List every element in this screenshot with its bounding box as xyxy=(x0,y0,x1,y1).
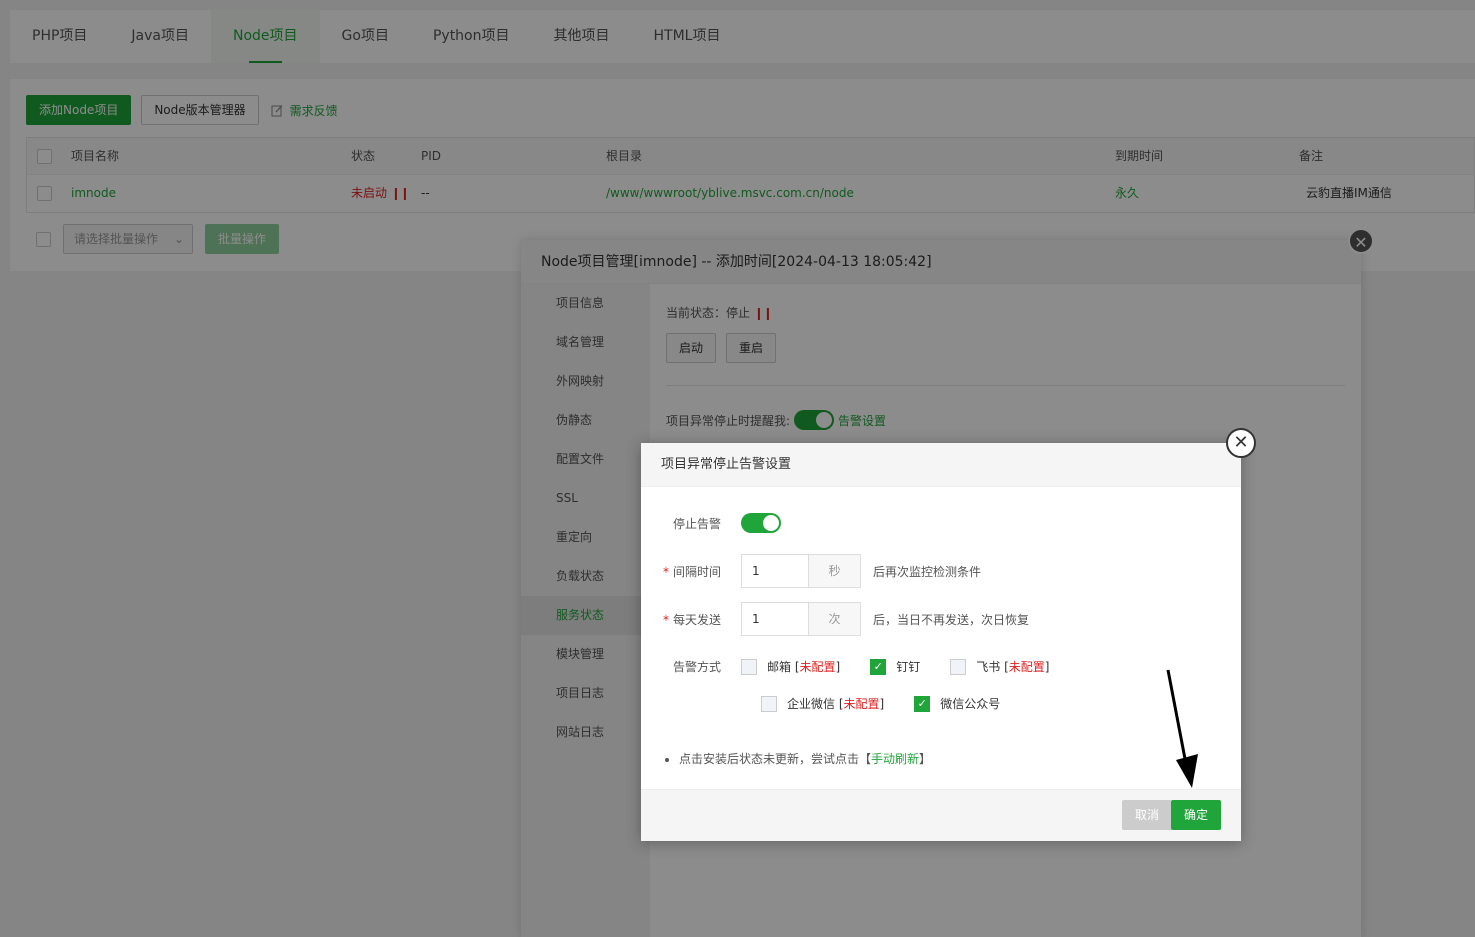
interval-label-wrap: * 间隔时间 xyxy=(641,563,741,580)
bullet-dot xyxy=(665,757,669,762)
tip-prefix: 点击安装后状态未更新，尝试点击【 xyxy=(679,752,872,766)
tip-suffix: 】 xyxy=(919,752,932,766)
daily-label-wrap: * 每天发送 xyxy=(641,611,741,628)
method-dingtalk[interactable]: ✓ 钉钉 xyxy=(870,658,920,675)
email-label: 邮箱 xyxy=(767,660,792,674)
daily-row: * 每天发送 1 次 后，当日不再发送，次日恢复 xyxy=(641,602,1029,636)
dingtalk-checkbox[interactable]: ✓ xyxy=(870,658,887,675)
interval-input[interactable]: 1 xyxy=(742,555,808,587)
confirm-button[interactable]: 确定 xyxy=(1171,800,1221,830)
alarm-settings-modal: 项目异常停止告警设置 停止告警 * 间隔时间 1 秒 后再次监控检测条件 * 每天发… xyxy=(641,443,1241,841)
daily-unit: 次 xyxy=(808,603,860,635)
modal-footer: 取消 确定 xyxy=(641,789,1241,841)
method-wechat-mp[interactable]: ✓ 微信公众号 xyxy=(914,695,1000,712)
daily-input-group: 1 次 xyxy=(741,602,861,636)
daily-label: 每天发送 xyxy=(672,612,721,627)
refresh-tip: 点击安装后状态未更新，尝试点击【手动刷新】 xyxy=(665,750,931,767)
email-unconfigured: 未配置 xyxy=(799,660,836,674)
interval-after-text: 后再次监控检测条件 xyxy=(873,564,982,579)
wecom-checkbox[interactable] xyxy=(761,695,777,712)
method-row: 告警方式 邮箱 [未配置] ✓ 钉钉 飞书 [未配置] xyxy=(641,658,1079,675)
manual-refresh-link[interactable]: 手动刷新 xyxy=(871,752,919,766)
email-checkbox[interactable] xyxy=(741,658,757,675)
feishu-checkbox[interactable] xyxy=(950,658,967,675)
modal-close-icon[interactable]: ✕ xyxy=(1226,428,1256,458)
wecom-label: 企业微信 xyxy=(787,697,836,711)
wecom-unconfigured: 未配置 xyxy=(843,697,880,711)
feishu-unconfigured: 未配置 xyxy=(1008,660,1045,674)
method-feishu[interactable]: 飞书 [未配置] xyxy=(950,658,1049,675)
daily-after-text: 后，当日不再发送，次日恢复 xyxy=(873,612,1030,627)
interval-unit: 秒 xyxy=(808,555,860,587)
stop-alarm-label: 停止告警 xyxy=(672,516,721,531)
stop-alarm-toggle[interactable] xyxy=(741,513,781,533)
method-row-2: 企业微信 [未配置] ✓ 微信公众号 xyxy=(761,695,1030,712)
required-mark: * xyxy=(662,564,669,579)
wechat-mp-label: 微信公众号 xyxy=(940,697,1001,711)
dingtalk-label: 钉钉 xyxy=(896,660,921,674)
method-label: 告警方式 xyxy=(672,660,721,674)
required-mark: * xyxy=(662,612,669,627)
feishu-label: 飞书 xyxy=(976,660,1001,674)
page: PHP项目 Java项目 Node项目 Go项目 Python项目 其他项目 H… xyxy=(0,0,1475,937)
interval-input-group: 1 秒 xyxy=(741,554,861,588)
modal-title: 项目异常停止告警设置 xyxy=(641,443,1241,487)
cancel-button[interactable]: 取消 xyxy=(1122,800,1172,830)
stop-alarm-row: 停止告警 xyxy=(641,513,781,533)
pointer-arrow-icon xyxy=(1166,669,1198,788)
wechat-mp-checkbox[interactable]: ✓ xyxy=(914,695,931,712)
method-email[interactable]: 邮箱 [未配置] xyxy=(741,658,840,675)
interval-label: 间隔时间 xyxy=(672,564,721,579)
method-wecom[interactable]: 企业微信 [未配置] xyxy=(761,695,884,712)
interval-row: * 间隔时间 1 秒 后再次监控检测条件 xyxy=(641,554,981,588)
daily-input[interactable]: 1 xyxy=(742,603,808,635)
